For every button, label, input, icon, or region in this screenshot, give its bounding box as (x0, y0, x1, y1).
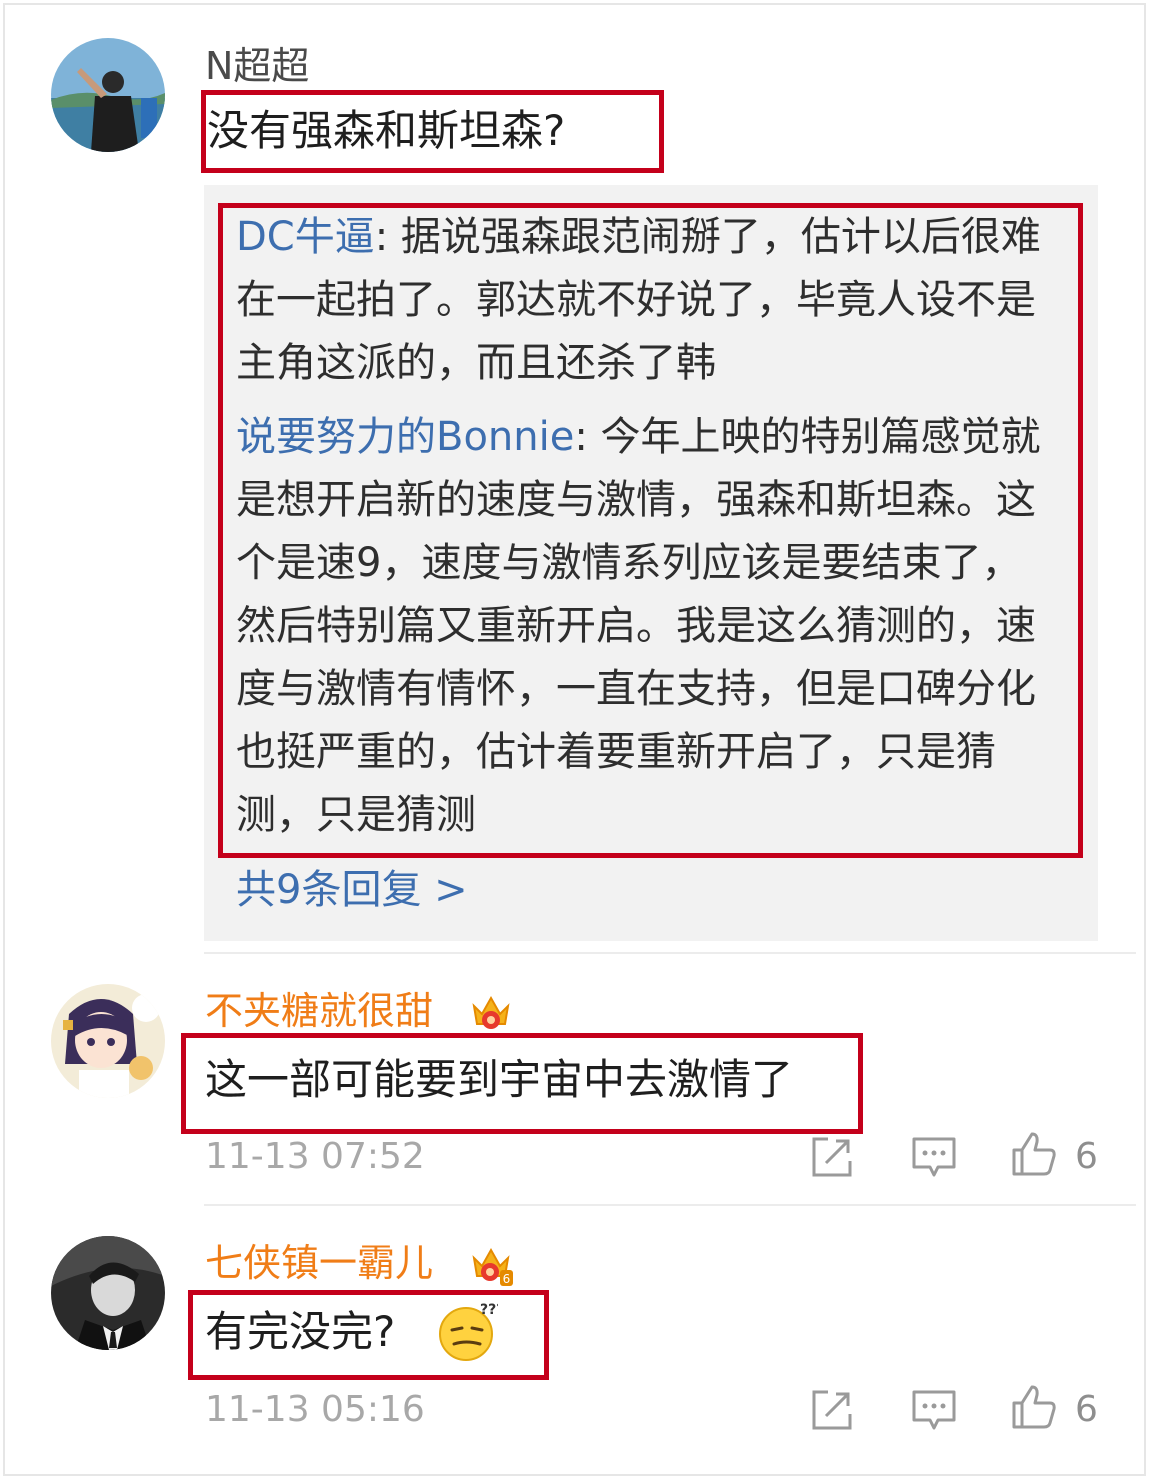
like-count: 6 (1075, 1136, 1098, 1177)
divider (204, 952, 1136, 954)
like-icon[interactable] (1010, 1130, 1058, 1178)
vip-crown-icon: 6 (472, 1247, 513, 1286)
comment-username[interactable]: 七侠镇一霸儿 (205, 1240, 433, 1286)
avatar[interactable] (51, 38, 165, 152)
avatar[interactable] (51, 1236, 165, 1350)
comment-icon[interactable] (910, 1386, 958, 1434)
highlight-box (218, 203, 1083, 858)
comment-icon[interactable] (910, 1133, 958, 1181)
more-replies-link[interactable]: 共9条回复 > (236, 864, 468, 916)
divider (204, 1204, 1136, 1206)
share-icon[interactable] (808, 1386, 856, 1434)
vip-level: 6 (503, 1272, 511, 1286)
share-icon[interactable] (808, 1133, 856, 1181)
highlight-box (188, 1290, 549, 1380)
avatar[interactable] (51, 984, 165, 1098)
vip-crown-icon (472, 995, 510, 1029)
comment-time: 11-13 05:16 (205, 1389, 425, 1430)
highlight-box (201, 90, 664, 173)
comment-username[interactable]: 不夹糖就很甜 (205, 988, 433, 1034)
comment-username[interactable]: N超超 (205, 43, 309, 89)
highlight-box (181, 1033, 863, 1134)
comment-time: 11-13 07:52 (205, 1136, 425, 1177)
like-count: 6 (1075, 1389, 1098, 1430)
like-icon[interactable] (1010, 1383, 1058, 1431)
